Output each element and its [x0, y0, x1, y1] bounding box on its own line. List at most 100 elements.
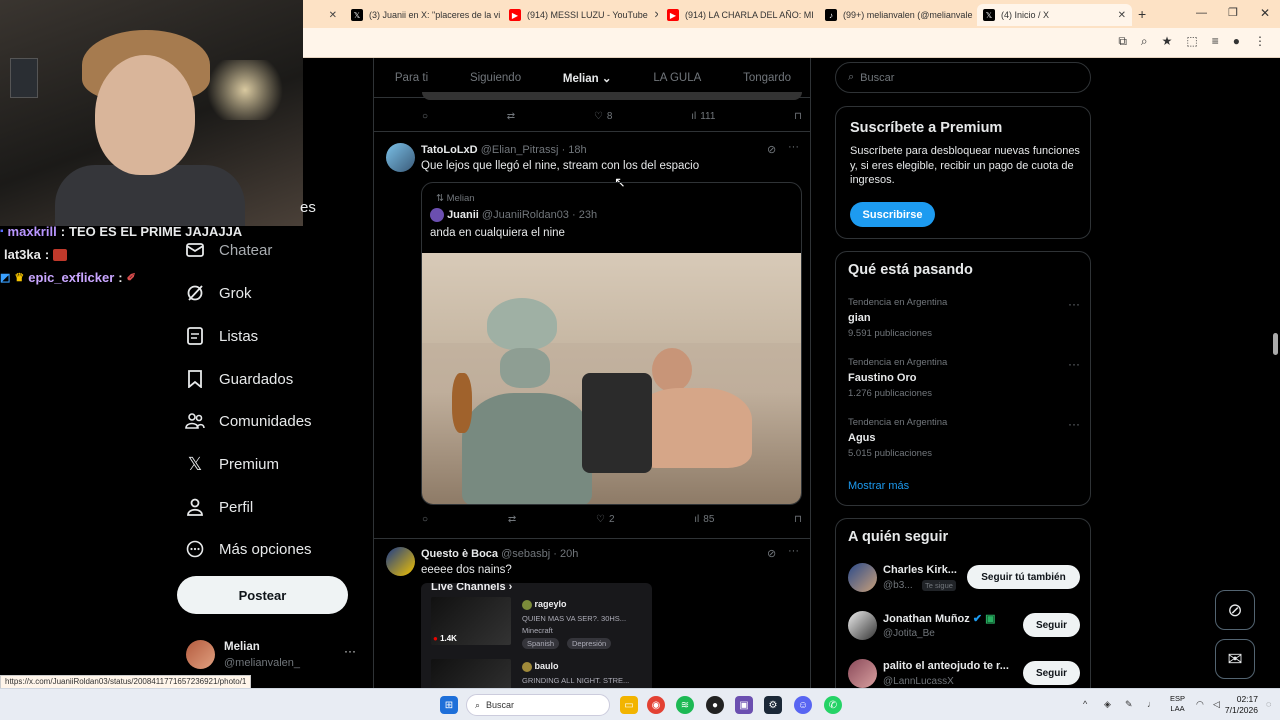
more-icon[interactable]: ··· [1068, 357, 1080, 371]
browser-tab-partial[interactable]: ✕ [303, 4, 343, 26]
tweet[interactable]: Questo è Boca @sebasbj · 20h ⊘ ··· eeeee… [374, 539, 810, 688]
embedded-image[interactable]: Live Channels › ● 1.4K rageylo QUIEN MAS… [421, 583, 652, 688]
quoted-tweet[interactable]: ⇅ Melian Juanii @JuaniiRoldan03 · 23h an… [421, 182, 802, 505]
avatar[interactable] [386, 547, 415, 576]
mic-icon[interactable]: ♩ [1147, 699, 1156, 709]
close-tab-icon[interactable]: ✕ [654, 10, 658, 21]
taskbar-search[interactable]: ⌕ Buscar [466, 694, 610, 716]
trend-item[interactable]: Tendencia en Argentina Faustino Oro 1.27… [848, 357, 1080, 399]
retweet-icon[interactable]: ⇄ [508, 514, 516, 525]
file-explorer-icon[interactable]: ▭ [620, 696, 638, 714]
new-tab-icon[interactable]: + [1138, 6, 1146, 22]
grok-icon[interactable]: ⊘ [1215, 590, 1255, 630]
author-handle[interactable]: @Elian_Pitrassj [481, 144, 559, 156]
volume-icon[interactable]: ◁ [1213, 699, 1220, 710]
like-button[interactable]: ♡ 2 [596, 514, 615, 525]
close-tab-icon[interactable]: ✕ [1118, 10, 1126, 21]
search-input[interactable]: ⌕ Buscar [835, 62, 1091, 93]
reply-icon[interactable]: ○ [422, 111, 428, 122]
follow-suggestion[interactable]: palito el anteojudo te r... @LannLucassX… [848, 657, 1080, 691]
tab-tongardo[interactable]: Tongardo [743, 72, 791, 84]
tab-siguiendo[interactable]: Siguiendo [470, 72, 521, 84]
media-icon[interactable]: ≡ [1212, 34, 1219, 49]
tray-app-icon[interactable]: ◈ [1104, 699, 1111, 710]
post-button[interactable]: Postear [177, 576, 348, 614]
trend-item[interactable]: Tendencia en Argentina gian 9.591 public… [848, 297, 1080, 339]
steam-icon[interactable]: ⚙ [764, 696, 782, 714]
tweet[interactable]: TatoLoLxD @Elian_Pitrassj · 18h ⊘ ··· Qu… [374, 132, 810, 538]
grok-icon[interactable]: ⊘ [767, 547, 776, 560]
wifi-icon[interactable]: ◠ [1196, 699, 1204, 710]
minimize-icon[interactable]: — [1196, 7, 1207, 19]
mail-icon[interactable]: ✉ [1215, 639, 1255, 679]
star-icon[interactable]: ★ [1162, 34, 1173, 49]
follow-button[interactable]: Seguir [1023, 661, 1080, 685]
trend-item[interactable]: Tendencia en Argentina Agus 5.015 public… [848, 417, 1080, 459]
previous-media[interactable] [422, 92, 802, 100]
tab-para-ti[interactable]: Para ti [395, 72, 428, 84]
more-icon[interactable]: ··· [1068, 297, 1080, 311]
sidebar-item-grok[interactable]: Grok [185, 283, 252, 303]
whatsapp-icon[interactable]: ✆ [824, 696, 842, 714]
follow-button[interactable]: Seguir [1023, 613, 1080, 637]
pen-icon[interactable]: ✎ [1125, 699, 1133, 710]
sidebar-item-comunidades[interactable]: Comunidades [185, 411, 312, 431]
chrome-icon[interactable]: ◉ [647, 696, 665, 714]
tray-chevron-icon[interactable]: ^ [1083, 699, 1087, 709]
author-name[interactable]: TatoLoLxD [421, 144, 478, 156]
tab-melian[interactable]: Melian ⌄ [562, 71, 612, 98]
views-button[interactable]: ıl 111 [691, 111, 715, 122]
sidebar-item-chatear[interactable]: Chatear [185, 240, 272, 260]
spotify-icon[interactable]: ≋ [676, 696, 694, 714]
account-switcher[interactable]: Melian @melianvalen_ ··· [186, 640, 366, 672]
avatar[interactable] [386, 143, 415, 172]
sidebar-item-mas-opciones[interactable]: Más opciones [185, 539, 312, 559]
reply-icon[interactable]: ○ [422, 514, 428, 525]
retweet-icon[interactable]: ⇄ [507, 111, 515, 122]
obs-icon[interactable]: ● [706, 696, 724, 714]
views-button[interactable]: ıl 85 [694, 514, 714, 525]
grok-icon[interactable]: ⊘ [767, 143, 776, 156]
clock[interactable]: 02:17 7/1/2026 [1225, 694, 1258, 716]
notification-icon[interactable]: ◌ [1266, 699, 1271, 709]
app-icon[interactable]: ▣ [735, 696, 753, 714]
maximize-icon[interactable]: ❐ [1228, 6, 1238, 19]
tweet-photo[interactable] [422, 253, 801, 504]
install-icon[interactable]: ⧉ [1118, 34, 1127, 49]
sidebar-item-guardados[interactable]: Guardados [185, 369, 293, 389]
extensions-icon[interactable]: ⬚ [1186, 34, 1197, 49]
tab-la-gula[interactable]: LA GULA [653, 72, 701, 84]
bookmark-icon[interactable]: ⊓ [794, 514, 802, 525]
tweet-time[interactable]: · 18h [562, 144, 587, 156]
close-tab-icon[interactable]: ✕ [329, 10, 337, 21]
follow-back-button[interactable]: Seguir tú también [967, 565, 1080, 589]
like-button[interactable]: ♡ 8 [594, 111, 613, 122]
discord-icon[interactable]: ☺ [794, 696, 812, 714]
sidebar-item-premium[interactable]: 𝕏 Premium [185, 454, 279, 474]
windows-start-icon[interactable]: ⊞ [440, 696, 458, 714]
more-icon[interactable]: ··· [344, 644, 356, 658]
profile-icon[interactable]: ● [1233, 34, 1240, 49]
scrollbar-thumb[interactable] [1273, 333, 1278, 355]
menu-icon[interactable]: ⋮ [1254, 34, 1266, 49]
zoom-icon[interactable]: ⌕ [1141, 34, 1148, 49]
author-handle[interactable]: @sebasbj [501, 548, 550, 560]
subscribe-button[interactable]: Suscribirse [850, 202, 935, 227]
more-icon[interactable]: ··· [788, 545, 799, 557]
sidebar-item-perfil[interactable]: Perfil [185, 497, 253, 517]
browser-tab-1[interactable]: 𝕏 (3) Juanii en X: "placeres de la vi ✕ [345, 4, 500, 26]
scrollbar[interactable] [1271, 58, 1280, 688]
browser-tab-3[interactable]: ▶ (914) LA CHARLA DEL AÑO: MI ✕ [661, 4, 816, 26]
show-more-link[interactable]: Mostrar más [848, 480, 909, 492]
more-icon[interactable]: ··· [788, 141, 799, 153]
close-window-icon[interactable]: ✕ [1260, 6, 1270, 20]
more-icon[interactable]: ··· [1068, 417, 1080, 431]
language-indicator[interactable]: ESP LAA [1170, 694, 1185, 714]
follow-suggestion[interactable]: Charles Kirk... @b3... Te sigue Seguir t… [848, 561, 1080, 595]
bookmark-icon[interactable]: ⊓ [794, 111, 802, 122]
sidebar-item-listas[interactable]: Listas [185, 326, 258, 346]
tweet-time[interactable]: · 20h [553, 548, 578, 560]
follow-suggestion[interactable]: Jonathan Muñoz ✔ ▣ @Jotita_Be Seguir [848, 609, 1080, 643]
author-name[interactable]: Questo è Boca [421, 548, 498, 560]
browser-tab-2[interactable]: ▶ (914) MESSI LUZU - YouTube ✕ [503, 4, 658, 26]
